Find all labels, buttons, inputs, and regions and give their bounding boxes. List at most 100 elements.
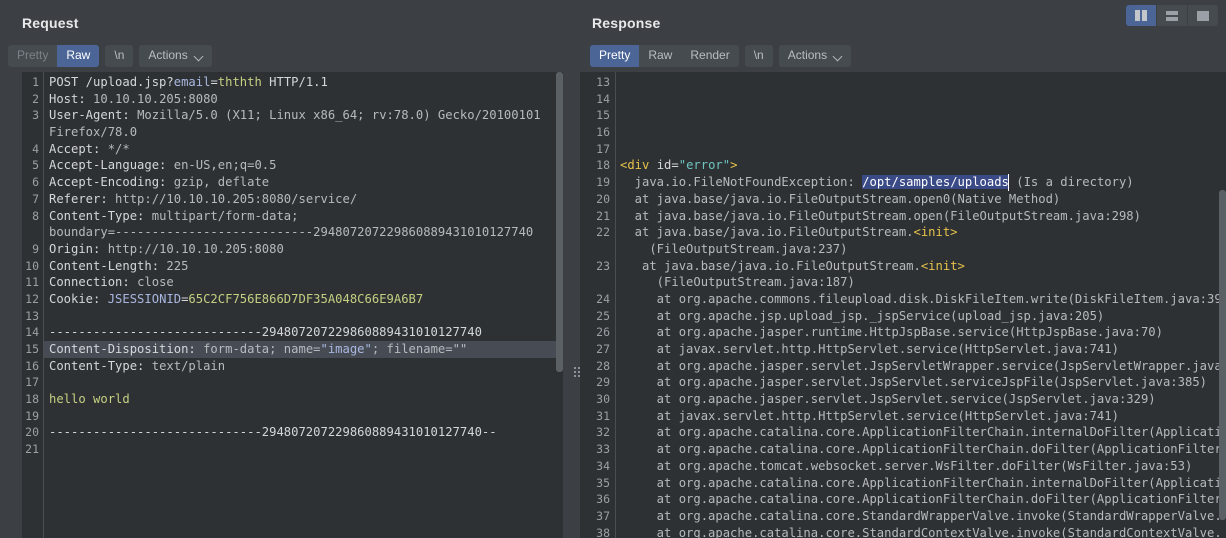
code-token: Content-Disposition: [49, 342, 204, 356]
code-line[interactable]: Host: 10.10.10.205:8080 [44, 91, 556, 108]
code-token: Content-Length: [49, 258, 167, 273]
code-line[interactable]: Cookie: JSESSIONID=65C2CF756E866D7DF35A0… [44, 291, 556, 308]
code-line[interactable]: hello world [44, 391, 556, 408]
code-line[interactable] [44, 408, 556, 425]
line-number: 31 [596, 408, 610, 423]
line-number: 16 [596, 125, 610, 140]
code-token: Host: [49, 91, 94, 106]
code-line[interactable]: at java.base/java.io.FileOutputStream.op… [616, 191, 1219, 208]
code-line[interactable]: Content-Disposition: form-data; name="im… [44, 341, 556, 358]
code-line[interactable]: Referer: http://10.10.10.205:8080/servic… [44, 191, 556, 208]
code-line[interactable]: Content-Type: multipart/form-data; [44, 208, 556, 225]
response-tab-pretty[interactable]: Pretty [590, 45, 640, 67]
code-token: at org.apache.catalina.core.StandardCont… [620, 525, 1219, 538]
code-token: at javax.servlet.http.HttpServlet.servic… [620, 408, 1119, 423]
line-number: 22 [596, 225, 610, 240]
request-scrollbar-thumb[interactable] [556, 72, 563, 372]
request-tab-raw[interactable]: Raw [57, 45, 100, 67]
code-line[interactable]: at org.apache.catalina.core.StandardCont… [616, 525, 1219, 538]
code-line[interactable]: java.io.FileNotFoundException: /opt/samp… [616, 174, 1219, 191]
code-line[interactable] [616, 74, 1219, 91]
code-line[interactable]: at org.apache.jsp.upload_jsp._jspService… [616, 308, 1219, 325]
code-line[interactable]: (FileOutputStream.java:187) [616, 274, 1219, 291]
code-token: at org.apache.tomcat.websocket.server.Ws… [620, 458, 1193, 473]
code-line[interactable]: at org.apache.jasper.servlet.JspServlet.… [616, 391, 1219, 408]
code-line[interactable]: at org.apache.catalina.core.StandardWrap… [616, 508, 1219, 525]
code-line[interactable]: Content-Length: 225 [44, 258, 556, 275]
code-token: ththth [217, 75, 262, 89]
request-toolbar: Pretty Raw \n Actions [8, 45, 218, 67]
code-line[interactable]: Accept-Language: en-US,en;q=0.5 [44, 157, 556, 174]
code-line[interactable]: User-Agent: Mozilla/5.0 (X11; Linux x86_… [44, 107, 556, 124]
code-line[interactable]: at org.apache.jasper.servlet.JspServletW… [616, 358, 1219, 375]
response-newline-toggle[interactable]: \n [744, 45, 773, 67]
response-line-number-gutter: 13 14 15 16 17 18 19 20 21 22 23 24 25 26 27 28 29 30 31… [580, 72, 616, 538]
code-line[interactable]: <div id="error"> [616, 157, 1219, 174]
response-actions-button[interactable]: Actions [778, 45, 852, 67]
panel-splitter[interactable] [572, 72, 580, 538]
response-view-mode-group: Pretty Raw Render [590, 45, 739, 67]
code-line[interactable] [44, 374, 556, 391]
line-number: 28 [596, 358, 610, 373]
code-line[interactable]: Accept: */* [44, 141, 556, 158]
code-line[interactable]: at javax.servlet.http.HttpServlet.servic… [616, 341, 1219, 358]
response-scrollbar-thumb[interactable] [1219, 190, 1226, 520]
code-line[interactable]: at org.apache.jasper.servlet.JspServlet.… [616, 374, 1219, 391]
response-code-area[interactable]: <div id="error"> java.io.FileNotFoundExc… [616, 72, 1219, 538]
line-number: 23 [596, 258, 610, 273]
response-vertical-scrollbar[interactable] [1219, 72, 1226, 538]
code-token: at java.base/java.io.FileOutputStream. [620, 258, 921, 273]
line-number [22, 124, 39, 141]
code-line[interactable]: Origin: http://10.10.10.205:8080 [44, 241, 556, 258]
response-tab-render[interactable]: Render [681, 45, 738, 67]
code-line[interactable] [44, 441, 556, 458]
code-line[interactable]: at javax.servlet.http.HttpServlet.servic… [616, 408, 1219, 425]
code-line[interactable]: at org.apache.jasper.runtime.HttpJspBase… [616, 324, 1219, 341]
code-token: at javax.servlet.http.HttpServlet.servic… [620, 342, 1119, 356]
code-line[interactable] [44, 308, 556, 325]
code-line[interactable]: at java.base/java.io.FileOutputStream.<i… [616, 224, 1219, 241]
code-token: http://10.10.10.205:8080/service/ [115, 191, 358, 206]
code-line[interactable] [616, 107, 1219, 124]
code-line[interactable]: Connection: close [44, 274, 556, 291]
code-line[interactable]: -----------------------------29480720722… [44, 424, 556, 441]
code-token: Connection: [49, 275, 138, 290]
code-line[interactable]: -----------------------------29480720722… [44, 324, 556, 341]
line-number: 37 [596, 508, 610, 523]
line-number [580, 274, 610, 291]
code-line[interactable]: at org.apache.catalina.core.ApplicationF… [616, 424, 1219, 441]
line-number: 13 [596, 75, 610, 89]
code-line[interactable]: POST /upload.jsp?email=ththth HTTP/1.1 [44, 74, 556, 91]
code-line[interactable] [616, 91, 1219, 108]
line-number: 14 [596, 91, 610, 106]
code-token: (FileOutputStream.java:237) [620, 241, 848, 256]
request-actions-button[interactable]: Actions [139, 45, 212, 67]
code-token: -----------------------------29480720722… [49, 425, 497, 440]
request-editor[interactable]: 123 45678 9 10 11 12 13 14 15 16 17 18 19 20 21 POST… [22, 72, 556, 538]
code-token: at org.apache.jasper.servlet.JspServlet.… [620, 392, 1156, 407]
code-line[interactable]: at org.apache.catalina.core.ApplicationF… [616, 491, 1219, 508]
code-line[interactable]: Content-Type: text/plain [44, 358, 556, 375]
code-token: text/plain [151, 358, 226, 373]
code-line[interactable]: at java.base/java.io.FileOutputStream.<i… [616, 258, 1219, 275]
request-vertical-scrollbar[interactable] [556, 72, 563, 538]
code-line[interactable] [616, 124, 1219, 141]
code-line[interactable]: (FileOutputStream.java:237) [616, 241, 1219, 258]
chevron-down-icon [195, 53, 204, 59]
code-line[interactable]: at org.apache.catalina.core.ApplicationF… [616, 441, 1219, 458]
response-editor[interactable]: 13 14 15 16 17 18 19 20 21 22 23 24 25 26 27 28 29 30 31… [580, 72, 1219, 538]
request-tab-pretty[interactable]: Pretty [8, 45, 57, 67]
request-code-area[interactable]: POST /upload.jsp?email=ththth HTTP/1.1 Ho… [44, 72, 556, 538]
code-line[interactable]: at java.base/java.io.FileOutputStream.op… [616, 208, 1219, 225]
line-number: 21 [25, 442, 39, 457]
code-line[interactable]: at org.apache.catalina.core.ApplicationF… [616, 475, 1219, 492]
code-line[interactable]: boundary=---------------------------2948… [44, 224, 556, 241]
code-line[interactable]: at org.apache.commons.fileupload.disk.Di… [616, 291, 1219, 308]
response-tab-raw[interactable]: Raw [639, 45, 681, 67]
code-line[interactable]: Accept-Encoding: gzip, deflate [44, 174, 556, 191]
code-line[interactable] [616, 141, 1219, 158]
code-line[interactable]: at org.apache.tomcat.websocket.server.Ws… [616, 458, 1219, 475]
code-token: hello world [49, 392, 130, 407]
code-line[interactable]: Firefox/78.0 [44, 124, 556, 141]
request-newline-toggle[interactable]: \n [105, 45, 134, 67]
